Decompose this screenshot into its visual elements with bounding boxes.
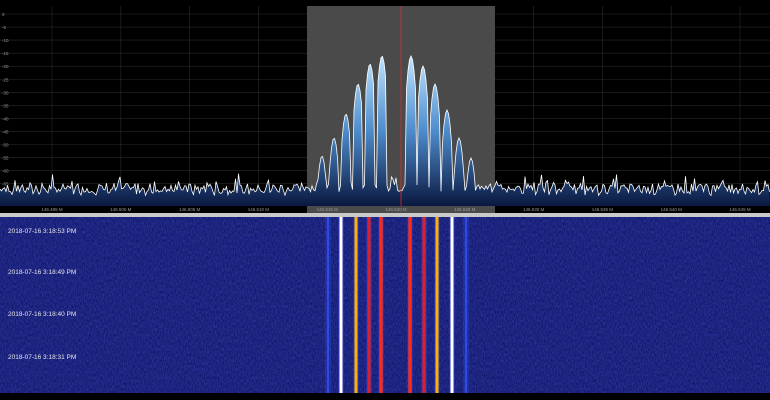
y-axis-tick-label: -40 [2, 116, 9, 121]
waterfall-signal-trace [408, 217, 412, 393]
x-axis-tick-label: 146.505 M [179, 207, 201, 212]
y-axis-tick-label: -10 [2, 38, 9, 43]
waterfall-signal-glow [407, 217, 409, 393]
y-axis-tick-label: 0 [2, 12, 5, 17]
waterfall-signal-glow [338, 217, 340, 393]
x-axis-tick-label: 146.530 M [523, 207, 545, 212]
x-axis-labels: 146.495 M 146.500 M 146.505 M 146.510 M 146.… [41, 207, 751, 212]
y-axis-tick-label: -25 [2, 77, 9, 82]
y-axis-tick-label: -30 [2, 90, 9, 95]
y-axis-labels: 0-5-10-15-20-25-30-35-40-45-50-55-60-65-… [2, 12, 9, 200]
x-axis-tick-label: 146.515 M [317, 207, 339, 212]
x-axis-tick-label: 146.510 M [248, 207, 270, 212]
y-axis-tick-label: -45 [2, 129, 9, 134]
waterfall-signal-glow [329, 217, 331, 393]
waterfall-timestamp: 2018-07-16 3:18:53 PM [8, 228, 77, 235]
waterfall-signal-trace [339, 217, 343, 393]
y-axis-tick-label: -5 [2, 25, 6, 30]
waterfall-signal-trace [354, 217, 358, 393]
waterfall-signal-trace [367, 217, 371, 393]
y-axis-tick-label: -15 [2, 51, 9, 56]
y-axis-tick-label: -55 [2, 156, 9, 161]
waterfall-plot[interactable]: 2018-07-16 3:18:53 PM 2018-07-16 3:18:49… [0, 217, 770, 393]
waterfall-signal-glow [467, 217, 469, 393]
x-axis-tick-label: 146.500 M [110, 207, 132, 212]
waterfall-signal-trace [450, 217, 454, 393]
waterfall-signal-glow [342, 217, 344, 393]
waterfall-timestamp: 2018-07-16 3:18:31 PM [8, 354, 77, 361]
x-axis-tick-label: 146.520 M [385, 207, 407, 212]
waterfall-signal-glow [434, 217, 436, 393]
bottom-edge [0, 393, 770, 400]
waterfall-timestamp: 2018-07-16 3:18:49 PM [8, 269, 77, 276]
spectrum-plot[interactable]: 0-5-10-15-20-25-30-35-40-45-50-55-60-65-… [0, 6, 770, 213]
waterfall-signal-trace [422, 217, 426, 393]
y-axis-tick-label: -60 [2, 169, 9, 174]
x-axis-tick-label: 146.540 M [661, 207, 683, 212]
waterfall-signal-trace [465, 217, 467, 393]
waterfall-signal-glow [438, 217, 440, 393]
y-axis-tick-label: -35 [2, 103, 9, 108]
x-axis-tick-label: 146.545 M [729, 207, 751, 212]
x-axis-tick-label: 146.535 M [592, 207, 614, 212]
y-axis-tick-label: -20 [2, 64, 9, 69]
waterfall-signal-glow [411, 217, 413, 393]
sdr-window: 0-5-10-15-20-25-30-35-40-45-50-55-60-65-… [0, 0, 770, 400]
waterfall-signal-glow [353, 217, 355, 393]
waterfall-signal-trace [327, 217, 329, 393]
waterfall-timestamp: 2018-07-16 3:18:40 PM [8, 311, 77, 318]
waterfall-signal-glow [449, 217, 451, 393]
waterfall-signal-glow [325, 217, 327, 393]
waterfall-signal-trace [435, 217, 439, 393]
waterfall-signal-glow [378, 217, 380, 393]
x-axis-tick-label: 146.495 M [41, 207, 63, 212]
waterfall-signal-glow [366, 217, 368, 393]
waterfall-signal-glow [357, 217, 359, 393]
waterfall-signal-glow [370, 217, 372, 393]
x-axis-tick-label: 146.525 M [454, 207, 476, 212]
waterfall-signal-glow [421, 217, 423, 393]
waterfall-signal-trace [379, 217, 383, 393]
waterfall-signal-glow [453, 217, 455, 393]
waterfall-signal-glow [382, 217, 384, 393]
waterfall-signal-glow [463, 217, 465, 393]
y-axis-tick-label: -50 [2, 143, 9, 148]
waterfall-signal-glow [425, 217, 427, 393]
